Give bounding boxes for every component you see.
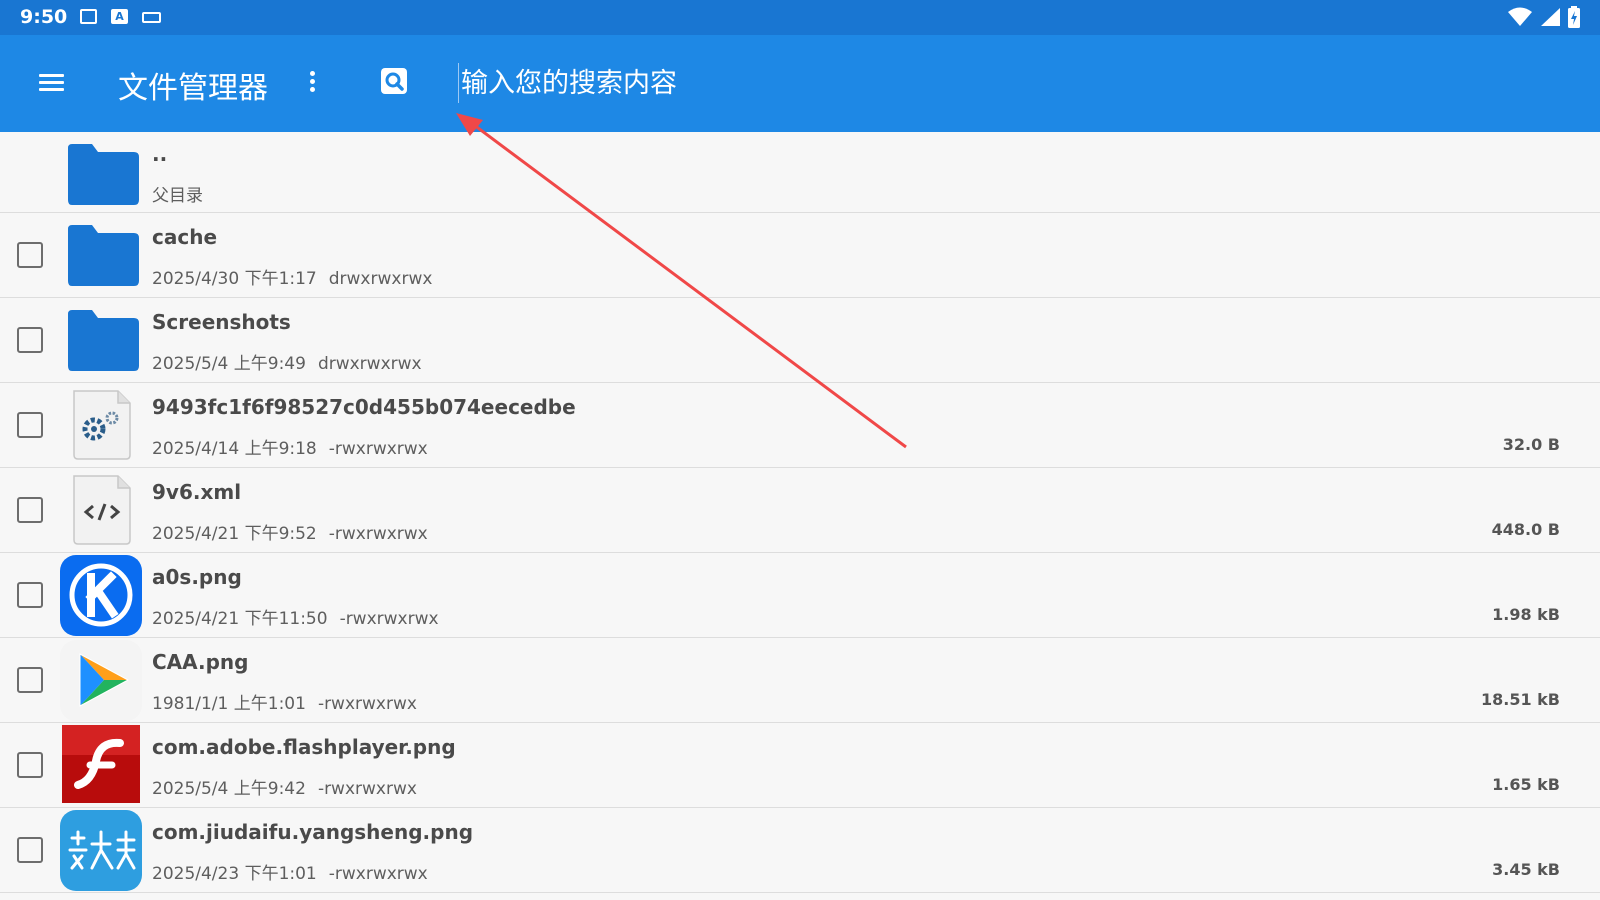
file-meta: 2025/4/14 上午9:18 -rwxrwxrwx [152,434,428,459]
keyboard-icon [142,12,161,23]
more-options-button[interactable] [300,69,324,97]
wifi-icon [1508,7,1532,26]
file-row[interactable]: CAA.png 1981/1/1 上午1:01 -rwxrwxrwx 18.51 … [0,638,1600,723]
file-name: 9v6.xml [152,480,242,504]
file-date: 2025/4/14 上午9:18 [152,439,317,459]
file-name: a0s.png [152,565,242,589]
jiudaifu-app-icon [60,810,142,891]
file-size: 3.45 kB [1492,860,1560,879]
file-date: 1981/1/1 上午1:01 [152,694,306,714]
file-row[interactable]: com.jiudaifu.yangsheng.png 2025/4/23 下午1… [0,808,1600,893]
select-checkbox[interactable] [17,752,43,778]
file-name: com.jiudaifu.yangsheng.png [152,820,474,844]
text-a-icon: A [111,9,128,24]
file-date: 2025/4/30 下午1:17 [152,269,317,289]
file-name: Screenshots [152,310,291,334]
parent-dir-label: 父目录 [152,186,203,206]
file-size: 448.0 B [1491,520,1560,539]
image-icon [80,9,97,24]
status-bar: 9:50 A [0,0,1600,35]
file-date: 2025/4/21 下午9:52 [152,524,317,544]
file-name: CAA.png [152,650,249,674]
signal-icon [1541,8,1560,26]
select-checkbox[interactable] [17,242,43,268]
file-name: 9493fc1f6f98527c0d455b074eecedbe [152,395,576,419]
select-checkbox[interactable] [17,582,43,608]
file-row[interactable]: cache 2025/4/30 下午1:17 drwxrwxrwx [0,213,1600,298]
file-meta: 2025/5/4 上午9:42 -rwxrwxrwx [152,774,417,799]
file-name: cache [152,225,218,249]
menu-button[interactable] [36,71,66,95]
file-permissions: -rwxrwxrwx [328,439,428,459]
file-date: 2025/4/23 下午1:01 [152,864,317,884]
file-permissions: -rwxrwxrwx [328,864,428,884]
file-name: com.adobe.flashplayer.png [152,735,456,759]
file-list: .. 父目录 cache 2025/4/30 下午1:17 drwxrwxrwx … [0,132,1600,893]
search-input[interactable] [458,63,1158,103]
parent-directory-row[interactable]: .. 父目录 [0,132,1600,213]
file-meta: 2025/4/21 下午9:52 -rwxrwxrwx [152,519,428,544]
file-row[interactable]: com.adobe.flashplayer.png 2025/5/4 上午9:4… [0,723,1600,808]
file-row[interactable]: 9v6.xml 2025/4/21 下午9:52 -rwxrwxrwx 448.0… [0,468,1600,553]
file-meta: 2025/4/23 下午1:01 -rwxrwxrwx [152,859,428,884]
select-checkbox[interactable] [17,412,43,438]
file-date: 2025/5/4 上午9:42 [152,779,306,799]
folder-icon [68,144,139,205]
file-size: 1.65 kB [1492,775,1560,794]
file-row[interactable]: a0s.png 2025/4/21 下午11:50 -rwxrwxrwx 1.98… [0,553,1600,638]
file-meta: 2025/4/21 下午11:50 -rwxrwxrwx [152,604,439,629]
search-icon [381,68,407,94]
file-permissions: -rwxrwxrwx [317,694,417,714]
select-checkbox[interactable] [17,837,43,863]
folder-icon [68,225,139,286]
file-meta: 2025/4/30 下午1:17 drwxrwxrwx [152,264,432,289]
file-row[interactable]: Screenshots 2025/5/4 上午9:49 drwxrwxrwx [0,298,1600,383]
file-permissions: -rwxrwxrwx [339,609,439,629]
file-date: 2025/4/21 下午11:50 [152,609,328,629]
file-date: 2025/5/4 上午9:49 [152,354,306,374]
file-row[interactable]: 9493fc1f6f98527c0d455b074eecedbe 2025/4/… [0,383,1600,468]
file-permissions: -rwxrwxrwx [317,779,417,799]
file-size: 32.0 B [1502,435,1560,454]
file-permissions: drwxrwxrwx [317,354,422,374]
file-permissions: drwxrwxrwx [328,269,433,289]
file-meta: 2025/5/4 上午9:49 drwxrwxrwx [152,349,422,374]
battery-icon [1568,6,1580,28]
folder-icon [68,310,139,371]
select-checkbox[interactable] [17,497,43,523]
app-title: 文件管理器 [118,71,268,106]
file-meta: 1981/1/1 上午1:01 -rwxrwxrwx [152,689,417,714]
select-checkbox[interactable] [17,327,43,353]
play-app-icon [60,640,142,721]
file-size: 1.98 kB [1492,605,1560,624]
settings-file-icon [73,390,131,460]
select-checkbox[interactable] [17,667,43,693]
parent-dir-name: .. [152,142,168,166]
status-time: 9:50 [20,6,68,28]
code-file-icon [73,475,131,545]
file-size: 18.51 kB [1480,690,1560,709]
search-button[interactable] [380,67,408,95]
file-permissions: -rwxrwxrwx [328,524,428,544]
k-app-icon [60,555,142,636]
flash-app-icon [62,725,140,803]
app-bar: 文件管理器 [0,35,1600,132]
